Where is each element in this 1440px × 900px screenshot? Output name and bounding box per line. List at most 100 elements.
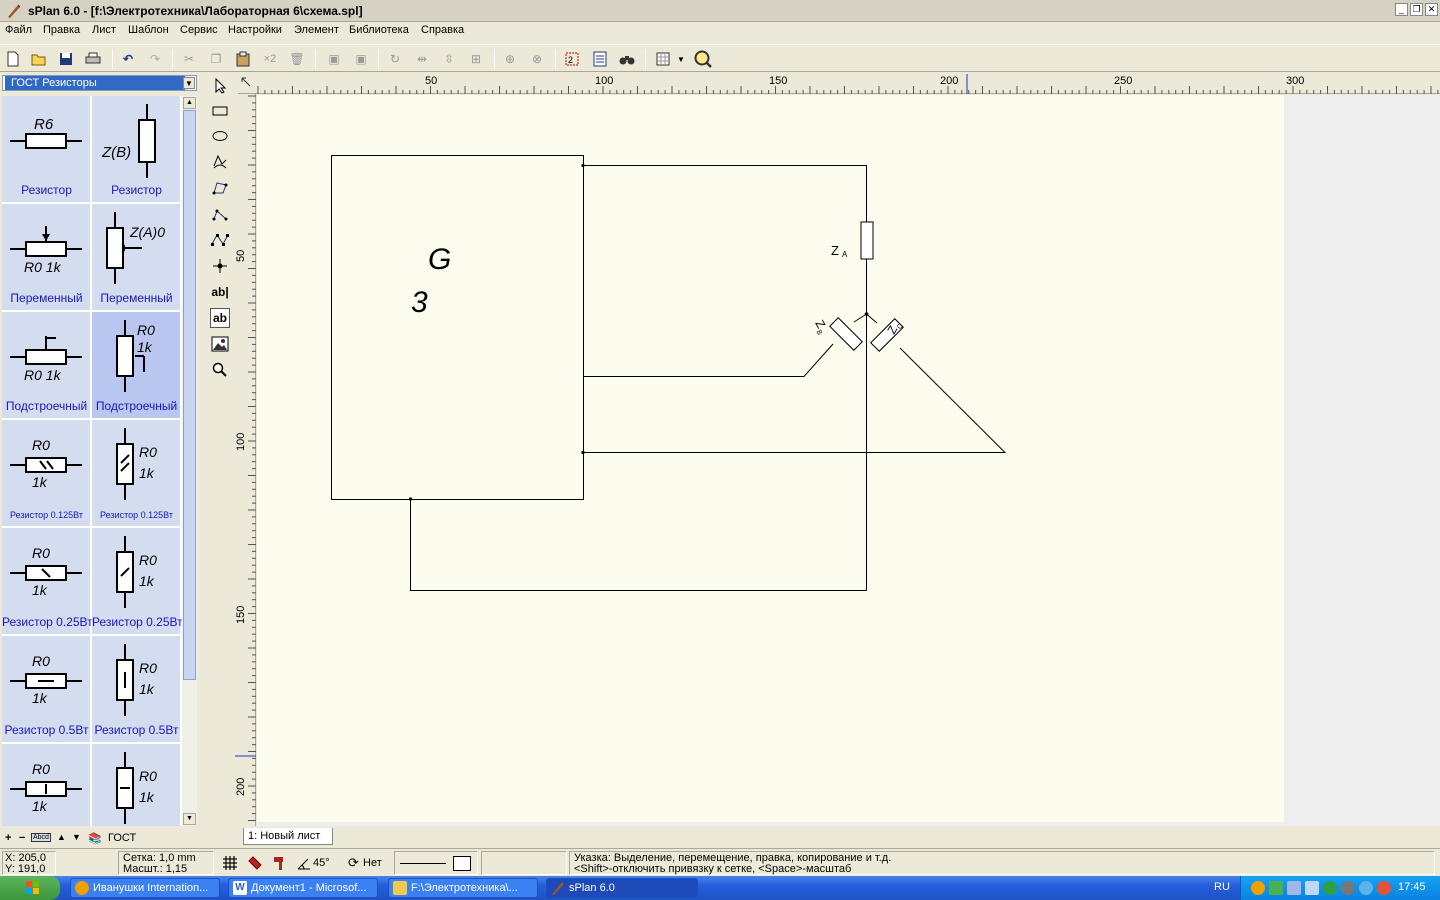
textbox-tool-icon[interactable]: ab <box>210 308 230 328</box>
paste-icon[interactable] <box>234 50 252 68</box>
unlock-icon[interactable]: ⊗ <box>528 50 546 68</box>
to-front-icon[interactable]: ▣ <box>325 50 343 68</box>
menu-sheet[interactable]: Лист <box>92 24 116 36</box>
rectangle-tool-icon[interactable] <box>210 101 230 121</box>
pointer-icon[interactable] <box>210 76 230 96</box>
group-icon[interactable]: ⊞ <box>467 50 485 68</box>
sync-tray-icon[interactable] <box>1359 881 1373 895</box>
library-group-label[interactable]: ГОСТ <box>108 832 136 844</box>
scroll-down-icon[interactable]: ▼ <box>183 813 196 825</box>
redo-icon[interactable]: ↷ <box>146 50 164 68</box>
check-tray-icon[interactable] <box>1323 881 1337 895</box>
partlist-icon[interactable] <box>591 50 609 68</box>
hammer-icon[interactable] <box>273 855 289 871</box>
ellipse-tool-icon[interactable] <box>210 126 230 146</box>
lib-cell-resistor[interactable]: R6 Резистор <box>2 96 91 203</box>
lib-cell-variable-vertical[interactable]: Z(A)0 Переменный <box>92 204 181 311</box>
bezier-tool-icon[interactable] <box>210 178 230 198</box>
angle-value[interactable]: 45° <box>313 857 330 869</box>
display-tray-icon[interactable] <box>1287 881 1301 895</box>
network-tray-icon[interactable] <box>1269 881 1283 895</box>
lib-cell-trimmer-vertical-selected[interactable]: R0 1k Подстроечный <box>92 312 181 419</box>
angle-icon[interactable] <box>297 856 311 870</box>
line-tool-icon[interactable] <box>210 204 230 224</box>
lib-cell-resistor-0125[interactable]: R0 1k Резистор 0.125Вт <box>2 420 91 527</box>
speaker-tray-icon[interactable] <box>1341 881 1355 895</box>
remove-library-button[interactable]: − <box>19 832 25 844</box>
rotate-icon[interactable]: ↻ <box>386 50 404 68</box>
library-select[interactable]: ГОСТ Резисторы ▼ <box>2 75 197 91</box>
print-icon[interactable] <box>84 50 102 68</box>
numbering-icon[interactable]: 2 <box>563 50 581 68</box>
fill-style-preview[interactable] <box>453 856 471 871</box>
restore-button[interactable]: ❐ <box>1410 3 1423 16</box>
add-library-button[interactable]: + <box>5 832 11 844</box>
lib-cell-trimmer[interactable]: R0 1k Подстроечный <box>2 312 91 419</box>
save-icon[interactable] <box>57 50 75 68</box>
snap-icon[interactable] <box>247 855 263 871</box>
menu-template[interactable]: Шаблон <box>128 24 169 36</box>
chevron-down-icon[interactable]: ▼ <box>183 77 195 89</box>
to-back-icon[interactable]: ▣ <box>352 50 370 68</box>
polygon-tool-icon[interactable] <box>210 152 230 172</box>
close-button[interactable]: ✕ <box>1425 3 1438 16</box>
text-tool-icon[interactable]: ab| <box>210 282 230 302</box>
image-tool-icon[interactable] <box>210 334 230 354</box>
new-icon[interactable] <box>4 50 22 68</box>
resistor-za[interactable] <box>860 221 874 260</box>
lib-cell-resistor-0125-vertical[interactable]: R0 1k Резистор 0.125Вт <box>92 420 181 527</box>
move-down-button[interactable]: ▼ <box>72 832 81 842</box>
menu-help[interactable]: Справка <box>421 24 464 36</box>
mirror-h-icon[interactable]: ⇹ <box>413 50 431 68</box>
scroll-thumb[interactable] <box>183 110 196 680</box>
junction-tool-icon[interactable] <box>210 256 230 276</box>
lib-cell-resistor-025[interactable]: R0 1k Резистор 0.25Вт <box>2 528 93 635</box>
tab-sheet-1[interactable]: 1: Новый лист <box>243 828 333 845</box>
wire[interactable] <box>866 313 878 324</box>
grid-options-icon[interactable] <box>654 50 672 68</box>
undo-icon[interactable]: ↶ <box>119 50 137 68</box>
lib-cell-resistor-05-vertical[interactable]: R0 1k Резистор 0.5Вт <box>92 636 181 743</box>
search-icon[interactable] <box>618 50 636 68</box>
menu-settings[interactable]: Настройки <box>228 24 282 36</box>
wire[interactable] <box>583 347 1007 453</box>
start-button[interactable] <box>0 876 60 900</box>
rotation-value[interactable]: Нет <box>363 857 382 869</box>
monitor-tray-icon[interactable] <box>1305 881 1319 895</box>
copy-icon[interactable]: ❐ <box>207 50 225 68</box>
wire[interactable] <box>583 165 867 223</box>
menu-library[interactable]: Библиотека <box>349 24 409 36</box>
lock-icon[interactable]: ⊕ <box>501 50 519 68</box>
minimize-button[interactable]: _ <box>1395 3 1408 16</box>
power-tray-icon[interactable] <box>1377 881 1391 895</box>
winamp-tray-icon[interactable] <box>1251 881 1265 895</box>
drawing-sheet[interactable]: G 3 Z A Z B Z C <box>257 95 1284 822</box>
grid-dropdown-icon[interactable]: ▼ <box>676 50 686 68</box>
lib-cell-resistor-1w-vertical[interactable]: R0 1k <box>92 744 181 826</box>
language-indicator[interactable]: RU <box>1214 881 1230 893</box>
task-word[interactable]: W Документ1 - Microsof... <box>228 878 378 898</box>
lib-cell-resistor-1w[interactable]: R0 1k <box>2 744 91 826</box>
lib-cell-resistor-025-vertical[interactable]: R0 1k Резистор 0.25Вт <box>92 528 182 635</box>
open-icon[interactable] <box>30 50 48 68</box>
lib-cell-variable[interactable]: R0 1k Переменный <box>2 204 91 311</box>
task-explorer[interactable]: F:\Электротехника\... <box>388 878 538 898</box>
scroll-up-icon[interactable]: ▲ <box>183 97 196 109</box>
resistor-zb[interactable] <box>829 317 863 351</box>
menu-element[interactable]: Элемент <box>294 24 339 36</box>
mirror-v-icon[interactable]: ⇳ <box>440 50 458 68</box>
task-winamp[interactable]: Иванушки Internation... <box>70 878 220 898</box>
lib-cell-resistor-05[interactable]: R0 1k Резистор 0.5Вт <box>2 636 91 743</box>
wire[interactable] <box>583 343 834 377</box>
cut-icon[interactable]: ✂ <box>180 50 198 68</box>
wire[interactable] <box>410 499 867 591</box>
generator-block[interactable] <box>331 155 584 500</box>
delete-icon[interactable]: 🗑 <box>288 50 306 68</box>
rename-library-button[interactable]: Abcd <box>31 833 51 842</box>
task-splan[interactable]: sPlan 6.0 <box>546 878 698 898</box>
curve-tool-icon[interactable] <box>210 230 230 250</box>
zoom-icon[interactable] <box>694 50 712 68</box>
move-up-button[interactable]: ▲ <box>57 832 66 842</box>
magnifier-tool-icon[interactable] <box>210 360 230 380</box>
line-style-preview[interactable] <box>400 863 446 864</box>
